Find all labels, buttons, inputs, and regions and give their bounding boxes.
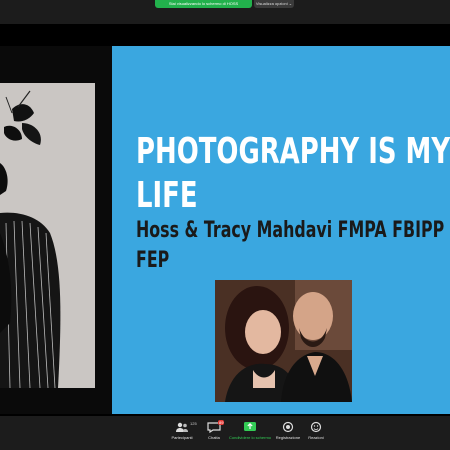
slide-subtitle-line-1: Hoss & Tracy Mahdavi FMPA FBIPP	[136, 218, 445, 243]
slide-title-line-1: PHOTOGRAPHY IS MY	[136, 131, 450, 172]
chat-badge: 89	[218, 420, 225, 425]
people-icon	[176, 422, 188, 432]
reactions-button[interactable]: Reazioni	[294, 420, 338, 441]
share-screen-icon	[244, 422, 256, 431]
slide-subtitle-line-2: FEP	[136, 248, 170, 273]
slide-title: PHOTOGRAPHY IS MY LIFE	[136, 130, 450, 218]
reaction-icon	[310, 421, 322, 433]
slide-subtitle: Hoss & Tracy Mahdavi FMPA FBIPP FEP	[136, 216, 445, 276]
meeting-toolbar: 125 Partecipanti 89 Chatta Condividere l…	[0, 416, 450, 450]
fashion-photo	[0, 83, 95, 388]
shared-screen: PHOTOGRAPHY IS MY LIFE Hoss & Tracy Mahd…	[0, 24, 450, 416]
screen-share-banner[interactable]: Stai visualizzando lo schermo di HOSS	[155, 0, 252, 8]
slide-title-line-2: LIFE	[136, 175, 198, 216]
slide-content: PHOTOGRAPHY IS MY LIFE Hoss & Tracy Mahd…	[112, 46, 450, 414]
view-options-button[interactable]: Visualizza opzioni ⌄	[254, 0, 294, 8]
slide-left-panel	[0, 46, 112, 414]
couple-portrait	[215, 280, 352, 402]
reactions-label: Reazioni	[308, 435, 324, 440]
top-bar: Stai visualizzando lo schermo di HOSS Vi…	[0, 0, 450, 24]
